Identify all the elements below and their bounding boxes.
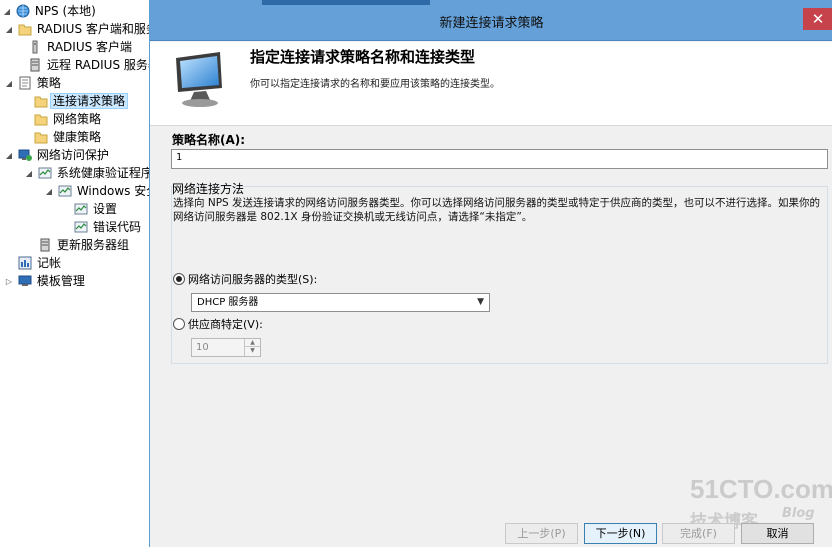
expand-arrow-icon[interactable]: ◢ — [4, 147, 14, 165]
back-button[interactable]: 上一步(P) — [505, 523, 578, 544]
tree-item-label: 远程 RADIUS 服务器组 — [47, 58, 149, 72]
cancel-button[interactable]: 取消 — [741, 523, 814, 544]
template-icon — [18, 274, 32, 288]
tree-item-label: 连接请求策略 — [49, 93, 129, 109]
server-type-select[interactable]: DHCP 服务器 ▼ — [191, 293, 490, 312]
finish-button[interactable]: 完成(F) — [662, 523, 735, 544]
connection-method-label: 网络连接方法 — [172, 182, 245, 196]
header-title: 指定连接请求策略名称和连接类型 — [250, 48, 476, 66]
radio-unselected-icon[interactable] — [173, 318, 185, 330]
validator-icon — [74, 202, 88, 216]
tree-item-health-policies[interactable]: 健康策略 — [34, 128, 103, 146]
tree-item-label: Windows 安全健康验证程序 — [76, 184, 149, 198]
spinner-down-icon[interactable]: ▼ — [245, 347, 260, 355]
validator-icon — [74, 220, 88, 234]
nap-icon — [18, 148, 32, 162]
policy-name-label: 策略名称(A): — [172, 133, 246, 147]
tree-item-connection-request-policies[interactable]: 连接请求策略 — [34, 92, 129, 110]
nps-globe-icon — [16, 4, 30, 18]
tree-item-label: 设置 — [93, 202, 118, 216]
validator-icon — [58, 184, 72, 198]
vendor-specific-radio-label: 供应商特定(V): — [188, 318, 263, 331]
wizard-header: 指定连接请求策略名称和连接类型 你可以指定连接请求的名称和要应用该策略的连接类型… — [150, 42, 832, 126]
tree-item-label: 错误代码 — [93, 220, 142, 234]
tree-item-label: 更新服务器组 — [57, 238, 130, 252]
tree-item-label: 网络访问保护 — [36, 148, 109, 162]
expand-arrow-icon[interactable]: ◢ — [2, 3, 12, 21]
header-subtitle: 你可以指定连接请求的名称和要应用该策略的连接类型。 — [250, 79, 500, 90]
server-type-radio-label: 网络访问服务器的类型(S): — [188, 273, 318, 286]
tree-item-label: NPS (本地) — [34, 4, 96, 18]
expand-arrow-icon[interactable]: ◢ — [4, 75, 14, 93]
tree-item-update-server-groups[interactable]: 更新服务器组 — [38, 236, 131, 254]
radio-selected-icon[interactable] — [173, 273, 185, 285]
policy-icon — [18, 76, 32, 90]
vendor-spinner[interactable]: 10 ▲ ▼ — [191, 338, 261, 357]
tree-item-label: 记帐 — [37, 256, 62, 270]
server-type-value: DHCP 服务器 — [197, 297, 259, 308]
expand-arrow-icon[interactable]: ◢ — [4, 21, 14, 39]
close-button[interactable]: ✕ — [803, 8, 832, 30]
folder-icon — [18, 22, 32, 36]
vendor-value: 10 — [196, 342, 209, 353]
expand-arrow-icon[interactable]: ◢ — [44, 183, 54, 201]
titlebar-strip — [262, 0, 430, 5]
folder-icon — [34, 94, 48, 108]
policy-name-input[interactable]: 1 — [171, 149, 828, 169]
tree-item-error-codes[interactable]: 错误代码 — [74, 218, 143, 236]
server-group-icon — [28, 58, 42, 72]
tree-item-label: 模板管理 — [36, 274, 85, 288]
close-icon: ✕ — [811, 10, 825, 28]
folder-icon — [34, 112, 48, 126]
tree-item-policies[interactable]: ◢ 策略 — [4, 74, 63, 92]
tree-item-system-health-validators[interactable]: ◢ 系统健康验证程序 — [24, 164, 150, 183]
server-group-icon — [38, 238, 52, 252]
tree-item-network-policies[interactable]: 网络策略 — [34, 110, 103, 128]
new-connection-request-policy-dialog: 新建连接请求策略 ✕ 指定连接请求策略名称和连接类型 你可以指定连接请求的名称和… — [149, 0, 832, 547]
tree-item-radius-clients[interactable]: RADIUS 客户端 — [28, 38, 134, 56]
validator-icon — [38, 166, 52, 180]
tree-item-accounting[interactable]: 记帐 — [18, 254, 63, 272]
tree-item-label: 网络策略 — [53, 112, 102, 126]
tree-item-label: 系统健康验证程序 — [56, 166, 150, 180]
connection-method-description: 选择向 NPS 发送连接请求的网络访问服务器类型。你可以选择网络访问服务器的类型… — [173, 197, 821, 223]
tree-item-label: RADIUS 客户端和服务器 — [36, 22, 149, 36]
expand-arrow-icon[interactable]: ▷ — [4, 273, 14, 291]
watermark-main: 51CTO.com — [690, 474, 832, 504]
chevron-down-icon: ▼ — [477, 297, 484, 307]
tree-item-nps-local[interactable]: ◢ NPS (本地) — [2, 2, 98, 20]
tree-item-radius-clients-servers[interactable]: ◢ RADIUS 客户端和服务器 — [4, 20, 149, 39]
spinner-buttons: ▲ ▼ — [244, 339, 260, 356]
accounting-icon — [18, 256, 32, 270]
console-tree: ◢ NPS (本地) ◢ RADIUS 客户端和服务器 RADIUS 客户端 远… — [0, 0, 150, 547]
watermark-blog: Blog — [782, 506, 815, 521]
tree-item-windows-security-validator[interactable]: ◢ Windows 安全健康验证程序 — [44, 182, 149, 201]
tree-item-settings[interactable]: 设置 — [74, 200, 119, 218]
tree-item-label: 策略 — [36, 76, 61, 90]
tree-item-network-access-protection[interactable]: ◢ 网络访问保护 — [4, 146, 111, 164]
client-list-icon — [28, 40, 42, 54]
spinner-up-icon[interactable]: ▲ — [245, 339, 260, 347]
vendor-specific-radio[interactable]: 供应商特定(V): — [173, 317, 263, 333]
tree-item-templates-management[interactable]: ▷ 模板管理 — [4, 272, 87, 290]
tree-item-remote-radius-groups[interactable]: 远程 RADIUS 服务器组 — [28, 56, 149, 74]
dialog-title: 新建连接请求策略 — [439, 16, 544, 31]
next-button[interactable]: 下一步(N) — [584, 523, 657, 544]
dialog-titlebar[interactable]: 新建连接请求策略 ✕ — [150, 0, 832, 41]
expand-arrow-icon[interactable]: ◢ — [24, 165, 34, 183]
monitor-icon — [170, 50, 236, 113]
server-type-radio[interactable]: 网络访问服务器的类型(S): — [173, 272, 317, 288]
tree-item-label: 健康策略 — [53, 130, 102, 144]
folder-icon — [34, 130, 48, 144]
tree-item-label: RADIUS 客户端 — [47, 40, 133, 54]
